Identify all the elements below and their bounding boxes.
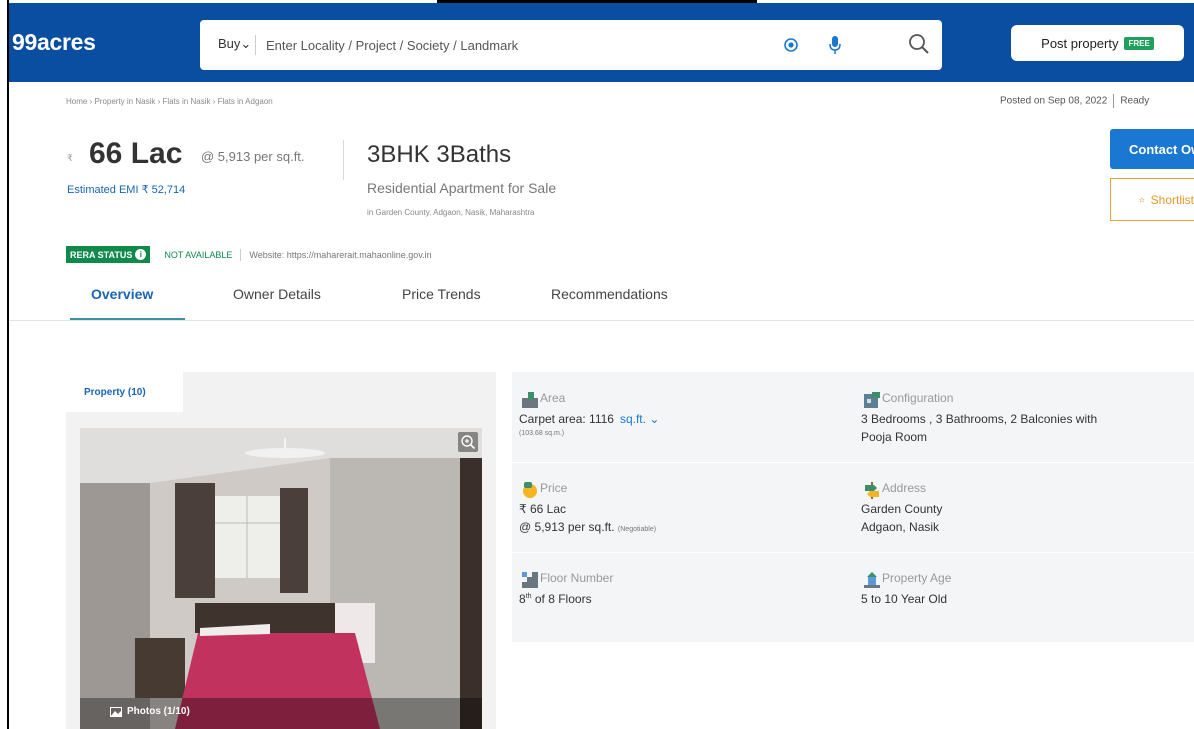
star-icon xyxy=(1139,196,1145,203)
property-photo[interactable]: Photos (1/10) xyxy=(80,428,482,729)
configuration-line1: 3 Bedrooms , 3 Bathrooms, 2 Balconies wi… xyxy=(861,412,1098,426)
detail-price-label: Price xyxy=(540,481,568,495)
ready-status: Ready xyxy=(1120,95,1150,107)
detail-configuration-label: Configuration xyxy=(882,391,954,405)
photos-count-label: Photos (1/10) xyxy=(127,706,190,717)
rera-status-badge: RERA STATUS i xyxy=(66,246,151,263)
detail-price: Price ₹ 66 Lac @ 5,913 per sq.ft. (Negot… xyxy=(512,462,852,552)
carpet-area-text: Carpet area: 1116 xyxy=(519,412,614,426)
rera-row: RERA STATUS i NOT AVAILABLE Website: htt… xyxy=(66,246,432,263)
area-sqm: (103.68 sq.m.) xyxy=(519,430,565,437)
info-icon[interactable]: i xyxy=(135,249,147,260)
microphone-icon[interactable] xyxy=(828,35,842,55)
detail-address: Address Garden County Adgaon, Nasik xyxy=(854,462,1194,552)
rera-status-label: RERA STATUS xyxy=(70,249,133,260)
search-divider xyxy=(255,35,256,55)
header-divider xyxy=(343,140,344,180)
detail-floor-number: Floor Number 8th of 8 Floors xyxy=(512,552,852,642)
section-tabs: Overview Owner Details Price Trends Reco… xyxy=(70,286,676,320)
chevron-down-icon: ⌄ xyxy=(240,36,252,51)
photos-count-button[interactable]: Photos (1/10) xyxy=(110,706,190,717)
price-per-sqft: @ 5,913 per sq.ft. xyxy=(201,149,305,164)
rera-website[interactable]: Website: https://maharerait.mahaonline.g… xyxy=(249,250,431,260)
price-tag-icon xyxy=(523,482,537,498)
post-property-button[interactable]: Post property FREE xyxy=(1011,25,1184,61)
detail-property-age: Property Age 5 to 10 Year Old xyxy=(854,552,1194,642)
chevron-down-icon: ⌄ xyxy=(649,412,660,426)
detail-price-persqft-text: @ 5,913 per sq.ft. xyxy=(519,520,615,534)
buy-dropdown-label: Buy xyxy=(218,36,241,51)
floor-suffix: th xyxy=(525,593,532,600)
listing-title: 3BHK 3Baths xyxy=(367,141,512,168)
listing-price: 66 Lac xyxy=(89,137,183,170)
property-details-grid: Area Carpet area: 1116 sq.ft. ⌄ (103.68 s… xyxy=(512,372,1194,642)
detail-price-value: ₹ 66 Lac xyxy=(519,502,566,516)
photo-gallery: Property (10) Photos (1/10) xyxy=(66,372,496,729)
post-property-label: Post property xyxy=(1041,35,1119,51)
rera-not-available: NOT AVAILABLE xyxy=(164,249,233,260)
site-logo[interactable]: 99acres xyxy=(12,29,96,56)
tab-overview[interactable]: Overview xyxy=(70,286,185,320)
posted-divider xyxy=(1113,94,1115,108)
tab-owner-details[interactable]: Owner Details xyxy=(185,286,344,320)
floor-total: of 8 Floors xyxy=(534,592,592,606)
search-icon[interactable] xyxy=(907,32,931,56)
property-age-icon xyxy=(864,572,880,588)
address-signpost-icon xyxy=(865,482,879,499)
posted-info: Posted on Sep 08, 2022 Ready xyxy=(1000,94,1149,108)
contact-owner-button[interactable]: Contact Owner xyxy=(1110,129,1194,169)
image-icon xyxy=(110,706,122,717)
bedroom-image xyxy=(80,428,482,729)
property-age-value: 5 to 10 Year Old xyxy=(861,592,948,606)
tab-recommendations[interactable]: Recommendations xyxy=(506,286,676,320)
address-line2: Adgaon, Nasik xyxy=(861,520,940,534)
window-frame-left xyxy=(7,0,9,729)
shortlist-button[interactable]: Shortlist xyxy=(1110,178,1194,221)
search-input[interactable] xyxy=(266,28,706,62)
shortlist-label: Shortlist xyxy=(1150,192,1194,207)
detail-price-persqft: @ 5,913 per sq.ft. (Negotiable) xyxy=(519,520,656,534)
floor-icon xyxy=(522,572,538,588)
rera-divider xyxy=(240,248,242,261)
floor-value: 8th of 8 Floors xyxy=(519,592,592,606)
detail-area-label: Area xyxy=(540,391,566,405)
posted-date: Posted on Sep 08, 2022 xyxy=(1000,95,1108,107)
configuration-icon xyxy=(864,392,880,408)
negotiable-tag: (Negotiable) xyxy=(617,526,657,533)
detail-floor-label: Floor Number xyxy=(540,571,614,585)
detail-area: Area Carpet area: 1116 sq.ft. ⌄ (103.68 s… xyxy=(512,372,852,462)
detail-area-value: Carpet area: 1116 sq.ft. ⌄ xyxy=(519,412,659,426)
rupee-symbol: ₹ xyxy=(67,153,73,163)
listing-subtitle: Residential Apartment for Sale xyxy=(367,180,557,196)
address-line1: Garden County xyxy=(861,502,943,516)
detail-age-label: Property Age xyxy=(882,571,952,585)
tab-price-trends[interactable]: Price Trends xyxy=(344,286,506,320)
free-badge: FREE xyxy=(1124,36,1154,50)
buy-dropdown[interactable]: Buy⌄ xyxy=(218,36,251,52)
breadcrumb[interactable]: Home › Property in Nasik › Flats in Nasi… xyxy=(66,97,273,106)
estimated-emi-link[interactable]: Estimated EMI ₹ 52,714 xyxy=(67,183,185,196)
tabs-underline xyxy=(9,320,1194,321)
area-icon xyxy=(522,392,538,408)
detail-configuration: Configuration 3 Bedrooms , 3 Bathrooms, … xyxy=(854,372,1194,462)
configuration-line2: Pooja Room xyxy=(861,430,928,444)
locate-me-icon[interactable] xyxy=(783,37,799,53)
area-unit-label: sq.ft. xyxy=(619,412,646,426)
zoom-in-icon[interactable] xyxy=(458,432,478,452)
search-bar: Buy⌄ xyxy=(200,20,942,70)
top-header: 99acres Buy⌄ Post property FREE xyxy=(9,3,1194,82)
detail-address-label: Address xyxy=(882,481,927,495)
area-unit-dropdown[interactable]: sq.ft. ⌄ xyxy=(620,412,659,426)
gallery-tab-property[interactable]: Property (10) xyxy=(66,372,183,412)
listing-location: in Garden County, Adgaon, Nasik, Maharas… xyxy=(367,208,535,217)
floor-number: 8 xyxy=(519,592,526,606)
